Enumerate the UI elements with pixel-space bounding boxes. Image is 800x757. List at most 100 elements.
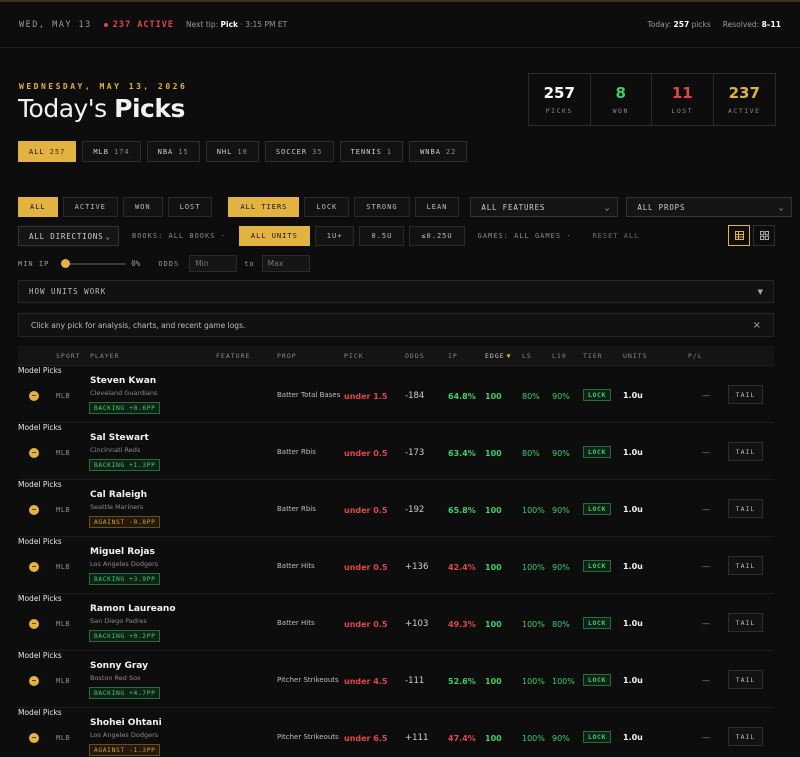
tier-filter-lean[interactable]: LEAN: [414, 197, 460, 217]
col-pl[interactable]: P/L: [688, 352, 703, 360]
info-banner: Click any pick for analysis, charts, and…: [18, 313, 774, 337]
tail-button[interactable]: TAIL: [728, 727, 763, 746]
edge: 100: [485, 677, 502, 686]
odds-max-input[interactable]: Max: [261, 255, 310, 272]
sport-chip-nhl[interactable]: NHL 10: [205, 141, 259, 162]
tail-button[interactable]: TAIL: [728, 499, 763, 518]
tier-badge: LOCK: [583, 503, 612, 515]
sport: MLB: [56, 392, 71, 400]
sport-chip-mlb[interactable]: MLB 174: [82, 141, 141, 162]
col-pick[interactable]: PICK: [344, 352, 364, 360]
ip: 65.8%: [448, 506, 476, 515]
table-view-button[interactable]: [728, 225, 750, 246]
props-select[interactable]: ALL PROPS ⌄: [626, 197, 793, 217]
col-ip[interactable]: IP: [448, 352, 458, 360]
baseball-icon: [29, 448, 39, 458]
player-team: Cleveland Guardians: [90, 389, 158, 397]
tail-button[interactable]: TAIL: [728, 670, 763, 689]
col-edge[interactable]: EDGE ▼: [485, 352, 512, 360]
units: 1.0u: [623, 448, 643, 457]
col-l10[interactable]: L10: [552, 352, 567, 360]
sport-chip-nba[interactable]: NBA 15: [146, 141, 200, 162]
prop: Pitcher Strikeouts: [277, 733, 339, 741]
units: 1.0u: [623, 562, 643, 571]
col-feature[interactable]: FEATURE: [216, 352, 250, 360]
tail-button[interactable]: TAIL: [728, 385, 763, 404]
sport-chip-all[interactable]: ALL 257: [18, 141, 77, 162]
units: 1.0u: [623, 619, 643, 628]
l10: 90%: [552, 506, 570, 515]
sport: MLB: [56, 734, 71, 742]
filter-row-units: ALL DIRECTIONS ⌄ BOOKS: ALL BOOKS · ALL U…: [18, 226, 647, 246]
units-filter-all-units[interactable]: ALL UNITS: [238, 226, 310, 246]
edge: 100: [485, 392, 502, 401]
grid-view-button[interactable]: [753, 225, 775, 246]
pick: under 4.5: [344, 677, 388, 686]
tail-button[interactable]: TAIL: [728, 556, 763, 575]
tier-filter-strong[interactable]: STRONG: [354, 197, 410, 217]
status-filter-won[interactable]: WON: [122, 197, 163, 217]
reset-all-button[interactable]: RESET ALL: [584, 232, 647, 240]
slider-handle[interactable]: [61, 258, 71, 268]
signal-badge: BACKING +0.2PP: [89, 630, 161, 642]
table-row[interactable]: MLB Shohei Ohtani Los Angeles Dodgers Model…: [18, 708, 774, 757]
odds: +103: [405, 619, 429, 629]
col-odds[interactable]: ODDS: [405, 352, 425, 360]
col-player[interactable]: PLAYER: [90, 352, 119, 360]
stat-value: 237: [728, 84, 760, 102]
feature: Model Picks: [18, 480, 62, 489]
status-filter-active[interactable]: ACTIVE: [62, 197, 118, 217]
l10: 80%: [552, 620, 570, 629]
games-filter[interactable]: GAMES: ALL GAMES ·: [470, 232, 580, 240]
books-filter[interactable]: BOOKS: ALL BOOKS ·: [124, 232, 234, 240]
table-row[interactable]: MLB Sal Stewart Cincinnati Reds Model Picks…: [18, 423, 774, 480]
top-status-bar: WED, MAY 13 237 ACTIVE Next tip: Pick · …: [0, 2, 800, 48]
chevron-down-icon: ⌄: [105, 231, 111, 241]
edge: 100: [485, 620, 502, 629]
units-filter-0-5u[interactable]: 0.5U: [359, 226, 405, 246]
pl: —: [702, 676, 710, 685]
odds-min-input[interactable]: Min: [189, 255, 238, 272]
min-ip-slider[interactable]: [61, 258, 127, 270]
grid-view-icon: [759, 231, 769, 240]
col-units[interactable]: UNITS: [623, 352, 648, 360]
feature: Model Picks: [18, 366, 62, 375]
how-units-work-toggle[interactable]: HOW UNITS WORK ▼: [18, 280, 774, 303]
table-row[interactable]: MLB Sonny Gray Boston Red Sox Model Picks Pi…: [18, 651, 774, 708]
tail-button[interactable]: TAIL: [728, 613, 763, 632]
tier-filter-all-tiers[interactable]: ALL TIERS: [228, 197, 300, 217]
feature: Model Picks: [18, 708, 62, 717]
page-title: Today's Picks: [18, 94, 185, 123]
table-row[interactable]: MLB Cal Raleigh Seattle Mariners Model Pick…: [18, 480, 774, 537]
ip: 52.6%: [448, 677, 476, 686]
status-filter-all[interactable]: ALL: [18, 197, 58, 217]
table-row[interactable]: MLB Steven Kwan Cleveland Guardians Model P…: [18, 366, 774, 423]
stat-picks: 257 PICKS: [529, 74, 591, 125]
features-select[interactable]: ALL FEATURES ⌄: [470, 197, 619, 217]
status-filter-lost[interactable]: LOST: [167, 197, 213, 217]
tail-button[interactable]: TAIL: [728, 442, 763, 461]
table-row[interactable]: MLB Miguel Rojas Los Angeles Dodgers Model …: [18, 537, 774, 594]
baseball-icon: [29, 562, 39, 572]
col-prop[interactable]: PROP: [277, 352, 297, 360]
col-tier[interactable]: TIER: [583, 352, 603, 360]
player-name: Sonny Gray: [90, 661, 148, 671]
units-filter-1u-[interactable]: 1U+: [314, 226, 355, 246]
sport-chip-wnba[interactable]: WNBA 22: [409, 141, 468, 162]
sport-chip-tennis[interactable]: TENNIS 1: [339, 141, 404, 162]
directions-select[interactable]: ALL DIRECTIONS ⌄: [18, 226, 119, 246]
tier-filter-lock[interactable]: LOCK: [304, 197, 350, 217]
info-text: Click any pick for analysis, charts, and…: [31, 320, 246, 330]
col-sport[interactable]: SPORT: [56, 352, 81, 360]
min-ip-value: 0%: [131, 259, 141, 268]
col-l5[interactable]: L5: [522, 352, 532, 360]
close-icon[interactable]: ×: [753, 320, 761, 331]
sport-chip-soccer[interactable]: SOCCER 35: [264, 141, 334, 162]
l5: 100%: [522, 620, 545, 629]
edge: 100: [485, 506, 502, 515]
units-filter--0-25u[interactable]: ≤0.25U: [409, 226, 465, 246]
prop: Batter Hits: [277, 562, 315, 570]
baseball-icon: [29, 676, 39, 686]
odds-to-label: to: [244, 259, 255, 268]
table-row[interactable]: MLB Ramon Laureano San Diego Padres Model P…: [18, 594, 774, 651]
